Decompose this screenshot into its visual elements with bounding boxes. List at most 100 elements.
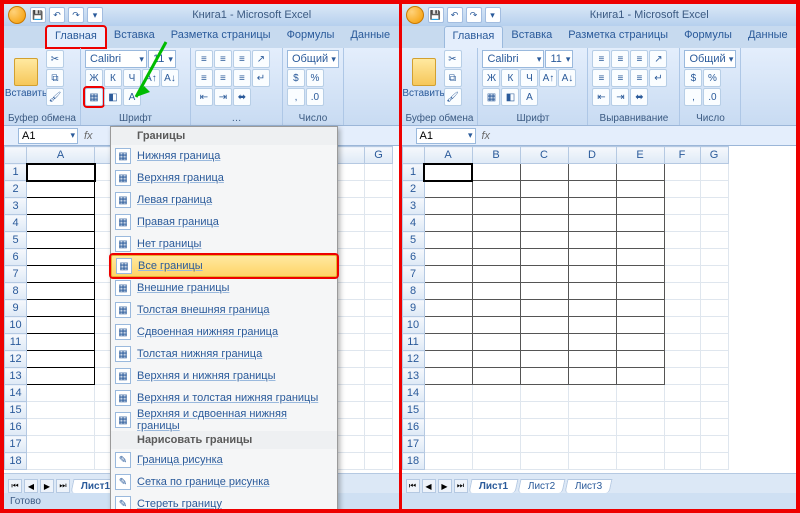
- row-header[interactable]: 12: [5, 351, 27, 368]
- borders-button[interactable]: ▦: [85, 88, 103, 106]
- cell[interactable]: [472, 317, 520, 334]
- menu-item-draw-0[interactable]: ✎Граница рисунка: [111, 449, 337, 471]
- bold-button[interactable]: Ж: [482, 69, 500, 87]
- cell[interactable]: [27, 215, 95, 232]
- cell[interactable]: [664, 300, 700, 317]
- cell[interactable]: [700, 334, 728, 351]
- cell[interactable]: [568, 351, 616, 368]
- cell[interactable]: [700, 198, 728, 215]
- redo-icon[interactable]: ↷: [466, 7, 482, 23]
- redo-icon[interactable]: ↷: [68, 7, 84, 23]
- cell[interactable]: [365, 317, 393, 334]
- col-header-F[interactable]: F: [664, 147, 700, 164]
- cell[interactable]: [616, 334, 664, 351]
- fill-color-icon[interactable]: ◧: [104, 88, 122, 106]
- cell[interactable]: [424, 368, 472, 385]
- cell[interactable]: [616, 436, 664, 453]
- cell[interactable]: [700, 215, 728, 232]
- cell[interactable]: [520, 283, 568, 300]
- cell[interactable]: [472, 181, 520, 198]
- percent-icon[interactable]: %: [703, 69, 721, 87]
- tab-data[interactable]: Данные: [740, 26, 796, 48]
- cell[interactable]: [568, 436, 616, 453]
- copy-icon[interactable]: ⧉: [46, 69, 64, 87]
- borders-button[interactable]: ▦: [482, 88, 500, 106]
- cell[interactable]: [568, 232, 616, 249]
- sheet-tab-1[interactable]: Лист1: [468, 479, 518, 493]
- cell[interactable]: [700, 436, 728, 453]
- col-header-D[interactable]: D: [568, 147, 616, 164]
- paste-button[interactable]: Вставить: [406, 50, 442, 106]
- col-header-A[interactable]: A: [27, 147, 95, 164]
- row-header[interactable]: 18: [402, 453, 424, 470]
- cell[interactable]: [27, 266, 95, 283]
- tab-data[interactable]: Данные: [342, 26, 398, 48]
- col-header-B[interactable]: B: [472, 147, 520, 164]
- cell[interactable]: [568, 453, 616, 470]
- cell[interactable]: [700, 317, 728, 334]
- cell[interactable]: [472, 283, 520, 300]
- cell[interactable]: [616, 351, 664, 368]
- menu-item-border-11[interactable]: ▦Верхняя и толстая нижняя границы: [111, 387, 337, 409]
- align-top-icon[interactable]: ≡: [592, 50, 610, 68]
- cell[interactable]: [568, 198, 616, 215]
- cell[interactable]: [27, 402, 95, 419]
- align-center-icon[interactable]: ≡: [214, 69, 232, 87]
- row-header[interactable]: 14: [5, 385, 27, 402]
- tab-page-layout[interactable]: Разметка страницы: [163, 26, 279, 48]
- paste-button[interactable]: Вставить: [8, 50, 44, 106]
- cell[interactable]: [664, 232, 700, 249]
- cell[interactable]: [365, 368, 393, 385]
- cell[interactable]: [472, 249, 520, 266]
- cell[interactable]: [27, 368, 95, 385]
- align-left-icon[interactable]: ≡: [195, 69, 213, 87]
- cell[interactable]: [700, 453, 728, 470]
- cell[interactable]: [520, 351, 568, 368]
- cell[interactable]: [568, 317, 616, 334]
- cell[interactable]: [700, 419, 728, 436]
- cell[interactable]: [616, 164, 664, 181]
- cell[interactable]: [424, 164, 472, 181]
- cell[interactable]: [472, 266, 520, 283]
- row-header[interactable]: 13: [5, 368, 27, 385]
- row-header[interactable]: 9: [402, 300, 424, 317]
- row-header[interactable]: 10: [5, 317, 27, 334]
- sheet-nav-next-icon[interactable]: ▶: [40, 479, 54, 493]
- cell[interactable]: [27, 419, 95, 436]
- cell[interactable]: [365, 181, 393, 198]
- sheet-nav-next-icon[interactable]: ▶: [438, 479, 452, 493]
- row-header[interactable]: 4: [402, 215, 424, 232]
- shrink-font-icon[interactable]: A↓: [558, 69, 576, 87]
- tab-insert[interactable]: Вставка: [503, 26, 560, 48]
- cell[interactable]: [424, 334, 472, 351]
- sheet-nav-last-icon[interactable]: ⏭: [454, 479, 468, 493]
- cell[interactable]: [568, 215, 616, 232]
- name-box[interactable]: A1: [18, 128, 78, 144]
- cell[interactable]: [424, 385, 472, 402]
- menu-item-border-6[interactable]: ▦Внешние границы: [111, 277, 337, 299]
- cell[interactable]: [365, 436, 393, 453]
- align-bottom-icon[interactable]: ≡: [630, 50, 648, 68]
- cell[interactable]: [520, 164, 568, 181]
- cell[interactable]: [520, 419, 568, 436]
- cell[interactable]: [472, 436, 520, 453]
- tab-insert[interactable]: Вставка: [106, 26, 163, 48]
- undo-icon[interactable]: ↶: [447, 7, 463, 23]
- cell[interactable]: [700, 266, 728, 283]
- font-color-icon[interactable]: A: [123, 88, 141, 106]
- row-header[interactable]: 12: [402, 351, 424, 368]
- cell[interactable]: [568, 368, 616, 385]
- cell[interactable]: [700, 249, 728, 266]
- cell[interactable]: [664, 385, 700, 402]
- align-top-icon[interactable]: ≡: [195, 50, 213, 68]
- cell[interactable]: [700, 300, 728, 317]
- cell[interactable]: [365, 300, 393, 317]
- menu-item-border-7[interactable]: ▦Толстая внешняя граница: [111, 299, 337, 321]
- format-painter-icon[interactable]: 🖌: [444, 88, 462, 106]
- italic-button[interactable]: К: [501, 69, 519, 87]
- cell[interactable]: [520, 453, 568, 470]
- row-header[interactable]: 11: [5, 334, 27, 351]
- row-header[interactable]: 15: [402, 402, 424, 419]
- fx-icon[interactable]: fx: [84, 130, 93, 142]
- cell[interactable]: [424, 198, 472, 215]
